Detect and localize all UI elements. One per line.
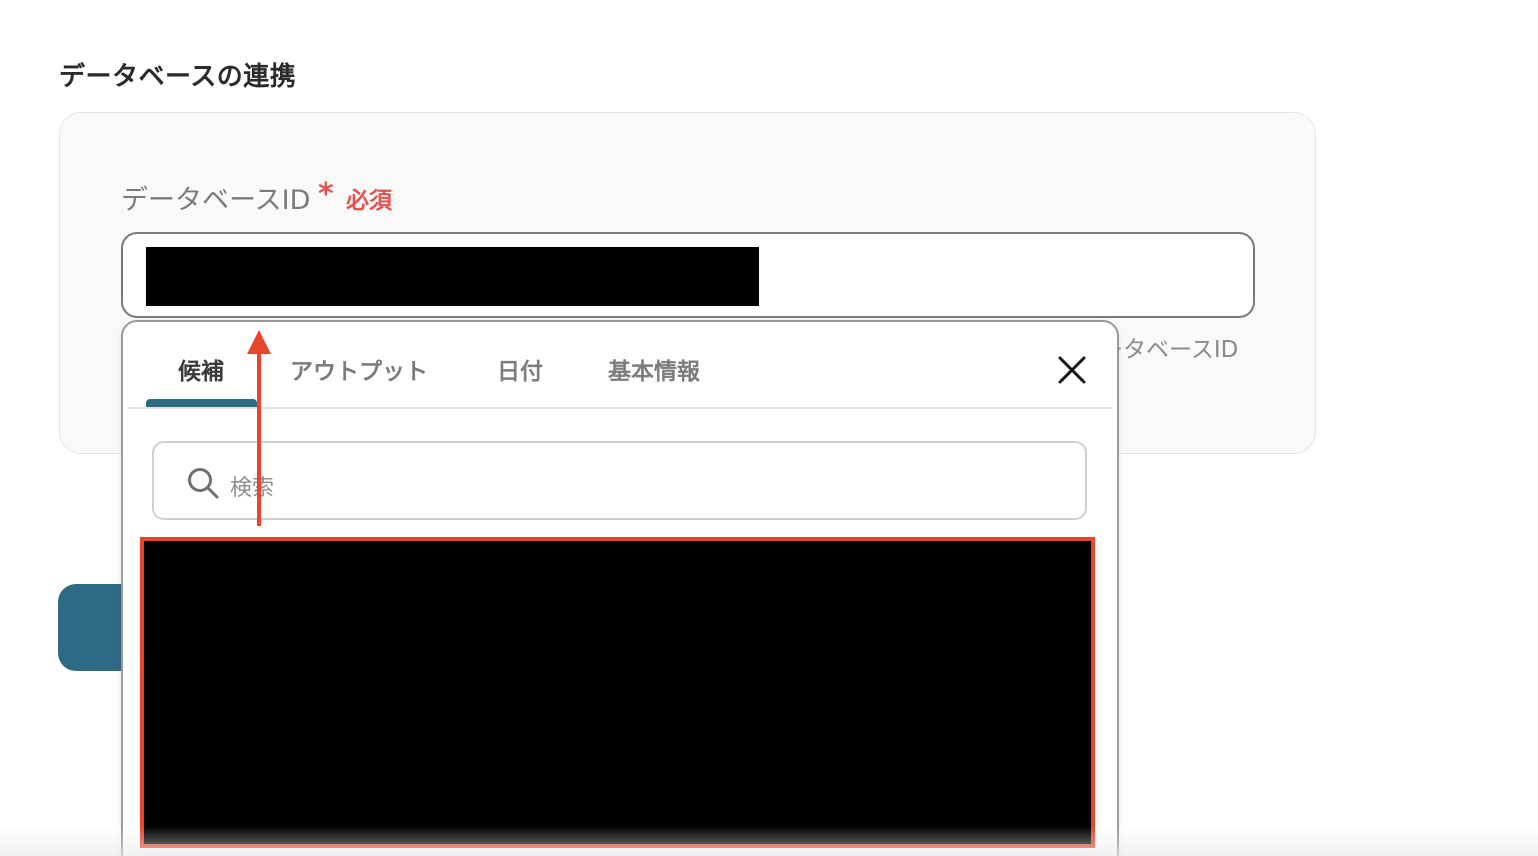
highlighted-candidate-item[interactable] <box>140 537 1095 848</box>
tab-candidates[interactable]: 候補 <box>178 352 224 386</box>
search-input[interactable] <box>152 441 1087 520</box>
section-title: データベースの連携 <box>59 62 297 92</box>
search-icon <box>188 468 219 499</box>
bottom-fade <box>0 826 1538 856</box>
required-badge: 必須 <box>346 188 392 214</box>
required-asterisk: * <box>318 177 334 212</box>
database-id-label: データベースID <box>121 185 311 216</box>
redacted-input-value <box>146 247 759 306</box>
tab-basic-info[interactable]: 基本情報 <box>608 352 700 386</box>
close-icon[interactable] <box>1052 350 1092 390</box>
annotation-arrow-icon <box>247 330 271 526</box>
field-hint-text: ータベースID <box>1100 337 1239 363</box>
page: データベースの連携 データベースID * 必須 ータベースID 候補 アウトプッ… <box>0 0 1538 856</box>
tab-output[interactable]: アウトプット <box>290 352 428 386</box>
tab-date[interactable]: 日付 <box>497 352 543 386</box>
